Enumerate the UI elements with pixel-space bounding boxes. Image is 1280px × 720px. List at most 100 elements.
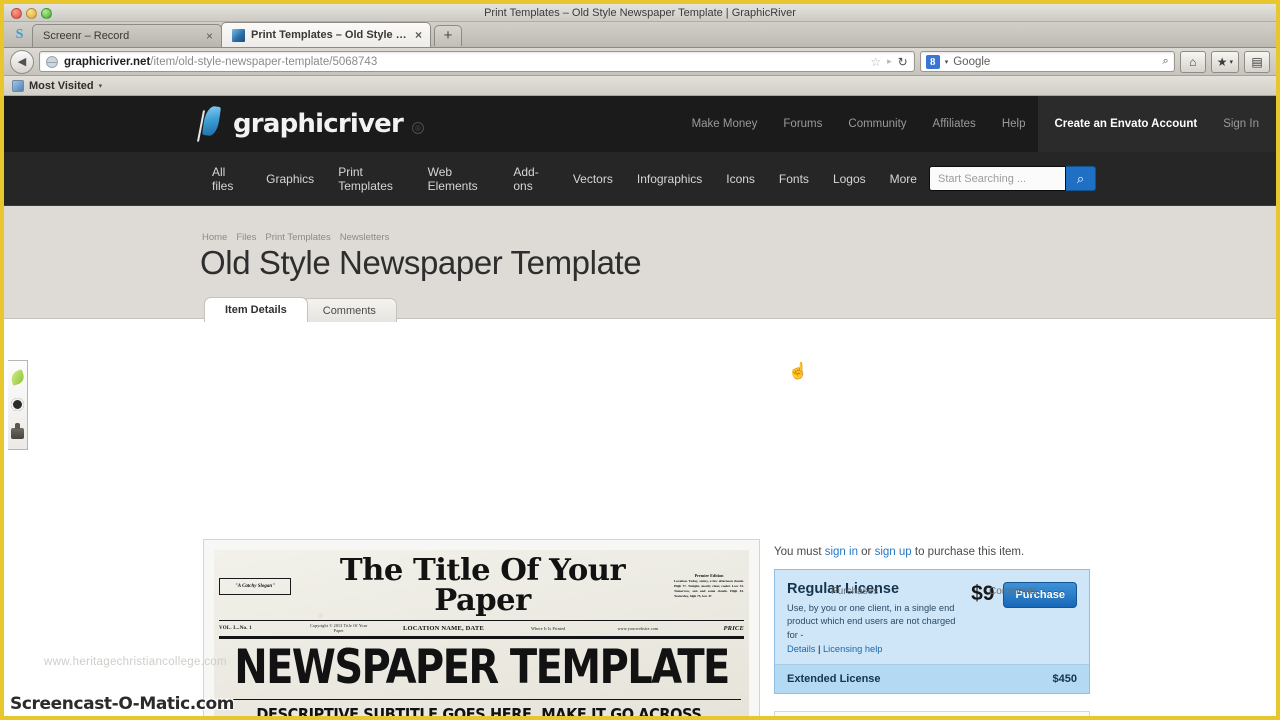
nav-print-templates[interactable]: Print Templates xyxy=(326,165,415,193)
author-box: kiss tedfull 💰 ✔ 🎖 🤿 👏 View Portfolio xyxy=(774,711,1090,716)
site-search: ⌕ xyxy=(929,166,1096,191)
minimize-window-button[interactable] xyxy=(26,8,37,19)
window-titlebar: Print Templates – Old Style Newspaper Te… xyxy=(4,4,1276,22)
page-viewport: graphicriver ® Make Money Forums Communi… xyxy=(4,96,1276,716)
newspaper-headline: NEWSPAPER TEMPLATE xyxy=(234,640,730,695)
rss-feed-icon[interactable]: ▸ xyxy=(887,56,892,67)
most-visited-label[interactable]: Most Visited xyxy=(29,80,94,92)
stamp-icon[interactable] xyxy=(11,423,24,439)
regular-license-description: Use, by you or one client, in a single e… xyxy=(787,603,956,640)
search-engine-label: Google xyxy=(953,55,991,68)
browser-tab-graphicriver[interactable]: Print Templates – Old Style Ne... × xyxy=(221,22,431,47)
quill-icon xyxy=(196,105,226,142)
folio-rule xyxy=(219,636,744,639)
top-nav-help[interactable]: Help xyxy=(989,118,1039,130)
search-icon[interactable]: ⌕ xyxy=(1163,55,1169,68)
extended-license-row[interactable]: Extended License $450 xyxy=(775,664,1089,694)
url-path: /item/old-style-newspaper-template/50687… xyxy=(150,55,378,68)
back-button[interactable]: ◀ xyxy=(10,49,34,74)
nav-infographics[interactable]: Infographics xyxy=(625,172,714,186)
close-window-button[interactable] xyxy=(11,8,22,19)
newspaper-preview-image: "A Catchy Slogan" The Title Of Your Pape… xyxy=(214,550,749,716)
nav-vectors[interactable]: Vectors xyxy=(561,172,625,186)
item-tabs: Item Details Comments xyxy=(204,297,397,322)
chevron-down-icon: ▾ xyxy=(1229,58,1233,66)
top-nav-affiliates[interactable]: Affiliates xyxy=(920,118,989,130)
page-watermark: www.heritagechristiancollege.com xyxy=(44,656,227,668)
bookmarks-button[interactable]: ★ ▾ xyxy=(1210,50,1239,73)
license-box: Regular License Use, by you or one clien… xyxy=(774,569,1090,695)
annotation-toolbar[interactable] xyxy=(8,360,28,450)
create-envato-account-button[interactable]: Create an Envato Account xyxy=(1038,96,1214,152)
chevron-down-icon[interactable]: ▾ xyxy=(945,58,949,66)
newspaper-weather: Premier Edition Location. Today, sunny, … xyxy=(674,573,744,599)
nav-add-ons[interactable]: Add-ons xyxy=(501,165,560,193)
url-host: graphicriver.net xyxy=(64,55,151,68)
browser-window: Print Templates – Old Style Newspaper Te… xyxy=(0,0,1280,720)
link-separator: | xyxy=(815,644,824,655)
screenr-favicon: S xyxy=(15,27,24,42)
chevron-down-icon[interactable]: ▾ xyxy=(99,82,103,90)
top-nav-forums[interactable]: Forums xyxy=(770,118,835,130)
new-tab-button[interactable]: + xyxy=(434,25,462,46)
close-tab-icon[interactable]: × xyxy=(206,29,213,43)
tab-label: Print Templates – Old Style Ne... xyxy=(251,29,409,41)
sign-in-button[interactable]: Sign In xyxy=(1213,96,1276,152)
maximize-window-button[interactable] xyxy=(41,8,52,19)
breadcrumb-home[interactable]: Home xyxy=(202,232,227,243)
target-icon[interactable] xyxy=(11,398,24,411)
top-nav-community[interactable]: Community xyxy=(835,118,919,130)
tab-item-details[interactable]: Item Details xyxy=(204,297,308,322)
reload-icon[interactable]: ↻ xyxy=(898,55,908,69)
close-tab-icon[interactable]: × xyxy=(415,28,422,42)
breadcrumb-files[interactable]: Files xyxy=(236,232,256,243)
site-top-header: graphicriver ® Make Money Forums Communi… xyxy=(4,96,1276,152)
nav-logos[interactable]: Logos xyxy=(821,172,878,186)
browser-tab-screenr[interactable]: Screenr – Record × xyxy=(32,24,222,47)
bookmark-star-icon[interactable]: ☆ xyxy=(870,55,881,69)
item-preview-card[interactable]: "A Catchy Slogan" The Title Of Your Pape… xyxy=(203,539,760,716)
regular-license-row: Regular License Use, by you or one clien… xyxy=(775,570,1089,664)
sign-in-link[interactable]: sign in xyxy=(825,546,858,558)
pen-icon[interactable] xyxy=(9,369,26,386)
breadcrumb-newsletters[interactable]: Newsletters xyxy=(340,232,390,243)
reader-mode-button[interactable]: ▤ xyxy=(1244,50,1270,73)
details-link[interactable]: Details xyxy=(787,644,815,654)
notice-mid: or xyxy=(857,546,875,558)
browser-search-box[interactable]: 8 ▾ Google ⌕ xyxy=(919,51,1175,72)
licensing-help-link[interactable]: Licensing help xyxy=(823,644,882,654)
search-engine-icon: 8 xyxy=(925,54,940,69)
extended-license-title: Extended License xyxy=(787,673,881,686)
logo-wordmark: graphicriver xyxy=(233,109,404,139)
purchase-notice: You must sign in or sign up to purchase … xyxy=(774,546,1090,558)
site-search-input[interactable] xyxy=(929,166,1066,191)
graphicriver-logo[interactable]: graphicriver ® xyxy=(196,105,424,142)
nav-more[interactable]: More xyxy=(878,172,929,186)
registered-mark-icon: ® xyxy=(411,122,424,134)
address-bar[interactable]: graphicriver.net/item/old-style-newspape… xyxy=(39,51,915,72)
newspaper-slogan: "A Catchy Slogan" xyxy=(219,577,291,595)
tab-comments[interactable]: Comments xyxy=(301,298,397,322)
sign-up-link[interactable]: sign up xyxy=(875,546,912,558)
folio-copyright: Copyright © 2013 Title Of Your Paper xyxy=(310,623,368,633)
folio-price: PRICE xyxy=(723,624,744,632)
top-nav-make-money[interactable]: Make Money xyxy=(679,118,771,130)
extended-license-price: $450 xyxy=(1052,673,1077,686)
nav-icons[interactable]: Icons xyxy=(714,172,767,186)
nav-fonts[interactable]: Fonts xyxy=(767,172,821,186)
purchases-label: Purchases xyxy=(831,586,879,597)
nav-graphics[interactable]: Graphics xyxy=(254,172,326,186)
site-main-navigation: All files Graphics Print Templates Web E… xyxy=(4,152,1276,206)
breadcrumb-print-templates[interactable]: Print Templates xyxy=(265,232,330,243)
folio-volume: VOL. I...No. 1 xyxy=(219,625,252,631)
comments-label: Comments xyxy=(989,586,1038,597)
folio-printed: Where It Is Printed xyxy=(531,625,566,631)
nav-all-files[interactable]: All files xyxy=(200,165,254,193)
home-button[interactable]: ⌂ xyxy=(1179,50,1206,73)
newspaper-subtitle: DESCRIPTIVE SUBTITLE GOES HERE. MAKE IT … xyxy=(256,706,707,716)
nav-web-elements[interactable]: Web Elements xyxy=(416,165,502,193)
notice-prefix: You must xyxy=(774,546,825,558)
window-controls[interactable] xyxy=(11,8,52,19)
bookmarks-bar: Most Visited ▾ xyxy=(4,76,1276,96)
site-search-button[interactable]: ⌕ xyxy=(1066,166,1096,191)
